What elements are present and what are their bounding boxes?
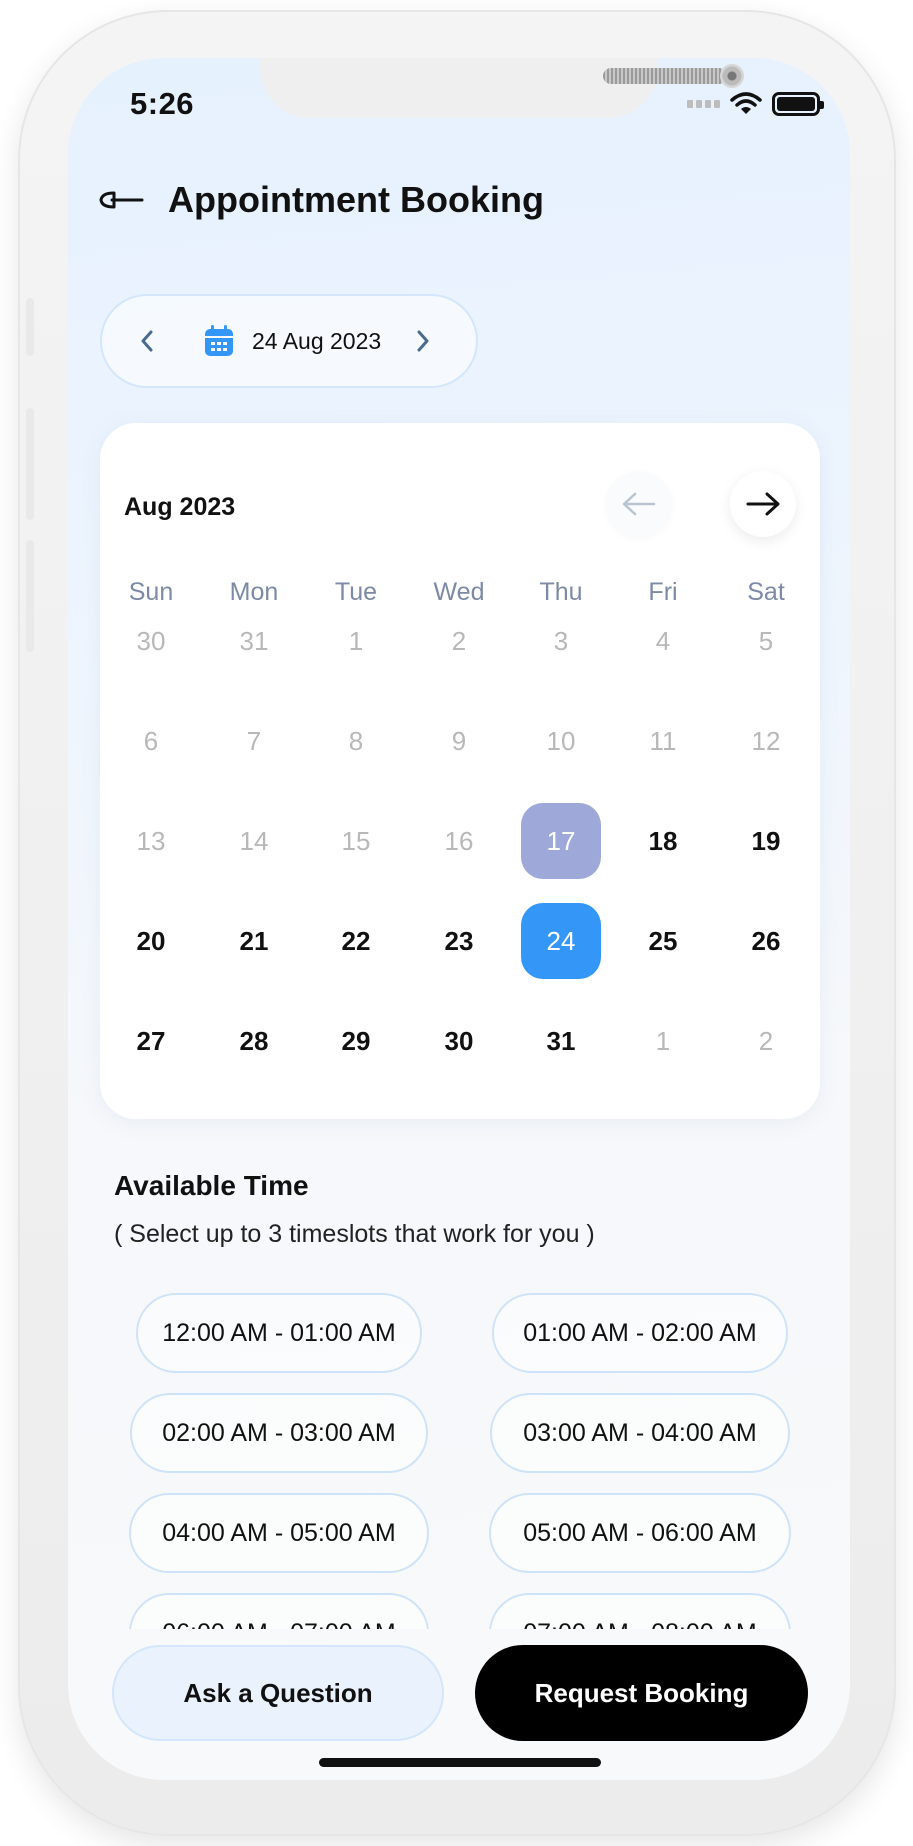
calendar-day[interactable]: 1 bbox=[316, 603, 396, 679]
calendar-day[interactable]: 22 bbox=[316, 903, 396, 979]
calendar-day[interactable]: 26 bbox=[726, 903, 806, 979]
timeslot-option[interactable]: 06:00 AM - 07:00 AM bbox=[129, 1593, 429, 1629]
calendar-day[interactable]: 3 bbox=[521, 603, 601, 679]
next-date-button[interactable] bbox=[408, 321, 438, 361]
ask-question-button[interactable]: Ask a Question bbox=[112, 1645, 444, 1741]
calendar-day[interactable]: 4 bbox=[623, 603, 703, 679]
calendar-day[interactable]: 23 bbox=[419, 903, 499, 979]
calendar-day[interactable]: 19 bbox=[726, 803, 806, 879]
app-screen: 5:26 Appointment Booking 24 Aug 2023 Aug… bbox=[68, 58, 850, 1780]
calendar-day[interactable]: 14 bbox=[214, 803, 294, 879]
calendar-day[interactable]: 18 bbox=[623, 803, 703, 879]
previous-date-button[interactable] bbox=[132, 321, 162, 361]
calendar-day[interactable]: 8 bbox=[316, 703, 396, 779]
calendar-card: Aug 2023 Sun Mon Tue Wed Thu Fri Sat 30 31 1 2 3 4 5… bbox=[100, 423, 820, 1119]
calendar-day[interactable]: 28 bbox=[214, 1003, 294, 1079]
calendar-day[interactable]: 13 bbox=[111, 803, 191, 879]
arrow-left-icon bbox=[622, 492, 656, 516]
calendar-day[interactable]: 15 bbox=[316, 803, 396, 879]
timeslot-option[interactable]: 04:00 AM - 05:00 AM bbox=[129, 1493, 429, 1573]
calendar-day[interactable]: 7 bbox=[214, 703, 294, 779]
back-arrow-icon bbox=[99, 191, 144, 209]
speaker-grille bbox=[603, 68, 727, 84]
arrow-right-icon bbox=[746, 492, 780, 516]
next-month-button[interactable] bbox=[730, 471, 796, 537]
chevron-right-icon bbox=[417, 330, 429, 352]
calendar-day[interactable]: 2 bbox=[726, 1003, 806, 1079]
signal-icon bbox=[687, 100, 720, 108]
notch bbox=[260, 58, 744, 118]
front-camera bbox=[720, 64, 744, 88]
timeslot-option[interactable]: 03:00 AM - 04:00 AM bbox=[490, 1393, 790, 1473]
calendar-day[interactable]: 5 bbox=[726, 603, 806, 679]
calendar-day[interactable]: 17 bbox=[521, 803, 601, 879]
timeslot-option[interactable]: 07:00 AM - 08:00 AM bbox=[489, 1593, 791, 1629]
calendar-day[interactable]: 31 bbox=[214, 603, 294, 679]
wifi-icon bbox=[730, 92, 762, 114]
calendar-day[interactable]: 31 bbox=[521, 1003, 601, 1079]
calendar-day[interactable]: 25 bbox=[623, 903, 703, 979]
mute-switch bbox=[26, 298, 34, 356]
volume-up-button bbox=[26, 408, 34, 520]
request-booking-button[interactable]: Request Booking bbox=[475, 1645, 808, 1741]
calendar-day[interactable]: 9 bbox=[419, 703, 499, 779]
home-indicator bbox=[319, 1758, 601, 1767]
calendar-day[interactable]: 30 bbox=[111, 603, 191, 679]
status-icons bbox=[687, 92, 824, 116]
back-button[interactable] bbox=[94, 178, 148, 222]
calendar-day[interactable]: 24 bbox=[521, 903, 601, 979]
available-time-subtitle: ( Select up to 3 timeslots that work for… bbox=[114, 1220, 595, 1248]
selected-date-label: 24 Aug 2023 bbox=[252, 327, 382, 354]
previous-month-button[interactable] bbox=[606, 471, 672, 537]
calendar-day[interactable]: 27 bbox=[111, 1003, 191, 1079]
calendar-day[interactable]: 6 bbox=[111, 703, 191, 779]
calendar-day[interactable]: 29 bbox=[316, 1003, 396, 1079]
timeslot-option[interactable]: 01:00 AM - 02:00 AM bbox=[492, 1293, 788, 1373]
calendar-day[interactable]: 16 bbox=[419, 803, 499, 879]
calendar-day[interactable]: 10 bbox=[521, 703, 601, 779]
calendar-day[interactable]: 21 bbox=[214, 903, 294, 979]
status-time: 5:26 bbox=[130, 86, 195, 121]
calendar-icon bbox=[205, 325, 233, 356]
calendar-day[interactable]: 20 bbox=[111, 903, 191, 979]
available-time-title: Available Time bbox=[114, 1170, 309, 1201]
timeslot-list: 12:00 AM - 01:00 AM 01:00 AM - 02:00 AM 02… bbox=[68, 1293, 850, 1629]
volume-down-button bbox=[26, 540, 34, 652]
calendar-day[interactable]: 1 bbox=[623, 1003, 703, 1079]
calendar-day[interactable]: 30 bbox=[419, 1003, 499, 1079]
timeslot-option[interactable]: 05:00 AM - 06:00 AM bbox=[489, 1493, 791, 1573]
header: Appointment Booking bbox=[94, 178, 544, 222]
calendar-day[interactable]: 12 bbox=[726, 703, 806, 779]
calendar-day[interactable]: 2 bbox=[419, 603, 499, 679]
date-selector: 24 Aug 2023 bbox=[100, 294, 478, 388]
calendar-month-label: Aug 2023 bbox=[124, 493, 236, 521]
timeslot-option[interactable]: 02:00 AM - 03:00 AM bbox=[130, 1393, 428, 1473]
calendar-day[interactable]: 11 bbox=[623, 703, 703, 779]
page-title: Appointment Booking bbox=[168, 179, 544, 220]
timeslot-option[interactable]: 12:00 AM - 01:00 AM bbox=[136, 1293, 422, 1373]
chevron-left-icon bbox=[141, 330, 153, 352]
battery-icon bbox=[772, 92, 824, 116]
